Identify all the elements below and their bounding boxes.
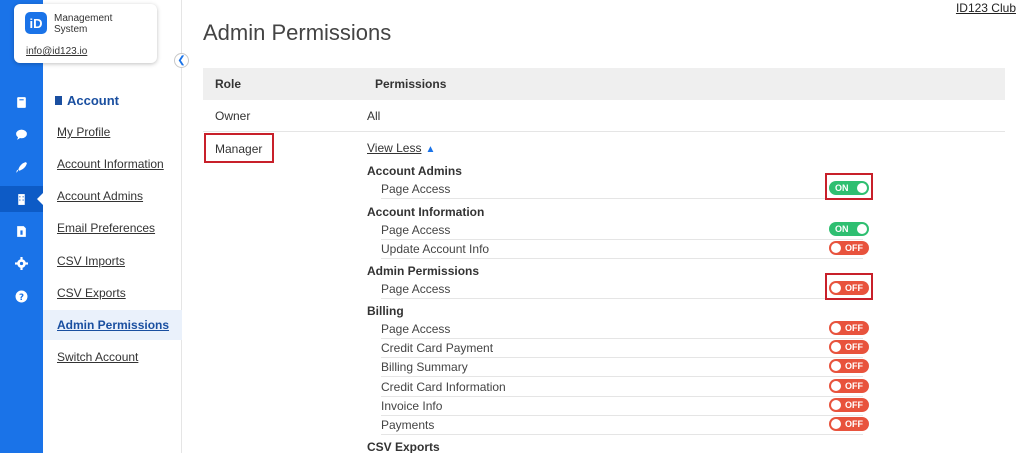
brand-name: Management System — [54, 13, 113, 35]
toggle-knob — [857, 224, 867, 234]
sidebar-section-title: Account — [55, 93, 119, 108]
sidebar-item-my-profile[interactable]: My Profile — [43, 117, 182, 147]
toggle-knob — [831, 400, 841, 410]
toggle-knob — [831, 342, 841, 352]
brand-logo: iD — [25, 12, 47, 34]
perm-row: Page Access OFF — [381, 320, 869, 339]
table-row-owner: Owner All — [203, 100, 1005, 132]
toggle-state: OFF — [845, 419, 863, 429]
perm-row: Credit Card Payment OFF — [381, 339, 869, 358]
document-icon[interactable] — [0, 218, 43, 244]
account-email-link[interactable]: info@id123.io — [26, 46, 87, 57]
perm-row: Invoice Info OFF — [381, 397, 869, 416]
perm-row: Billing Summary OFF — [381, 358, 869, 377]
svg-text:?: ? — [19, 292, 24, 302]
perm-row: Page Access ON — [381, 180, 869, 199]
role-owner: Owner — [215, 109, 251, 123]
sidebar-item-account-information[interactable]: Account Information — [43, 149, 182, 179]
help-icon[interactable]: ? — [0, 283, 43, 309]
perm-label: Page Access — [381, 322, 457, 336]
group-csv-exports: CSV Exports — [367, 440, 440, 453]
sidebar-item-admin-permissions[interactable]: Admin Permissions — [43, 310, 182, 340]
table-header: Role Permissions — [203, 68, 1005, 100]
toggle-state: OFF — [845, 361, 863, 371]
toggle-knob — [831, 323, 841, 333]
toggle-knob — [831, 243, 841, 253]
view-less-label: View Less — [367, 141, 422, 155]
highlight-box — [825, 173, 873, 200]
perm-row: Payments OFF — [381, 416, 869, 435]
rocket-icon[interactable] — [0, 154, 43, 180]
toggle-switch[interactable]: ON — [829, 222, 869, 236]
sidebar-section-label: Account — [67, 93, 119, 108]
perm-row: Page Access OFF — [381, 280, 869, 299]
group-admin-permissions: Admin Permissions — [367, 264, 480, 278]
perm-label: Page Access — [381, 182, 457, 196]
perm-label: Page Access — [381, 282, 457, 296]
perm-row: Update Account Info OFF — [381, 240, 869, 259]
perm-label: Page Access — [381, 223, 457, 237]
perm-label: Update Account Info — [381, 242, 496, 256]
perm-label: Billing Summary — [381, 360, 474, 374]
chevron-up-icon: ▲ — [425, 144, 436, 155]
toggle-switch[interactable]: OFF — [829, 241, 869, 255]
sidebar-item-switch-account[interactable]: Switch Account — [43, 342, 182, 372]
toggle-switch[interactable]: OFF — [829, 417, 869, 431]
sidebar-item-email-preferences[interactable]: Email Preferences — [43, 213, 182, 243]
club-link[interactable]: ID123 Club — [956, 1, 1016, 15]
toggle-knob — [831, 419, 841, 429]
toggle-state: ON — [835, 224, 849, 234]
toggle-switch[interactable]: OFF — [829, 359, 869, 373]
chat-icon[interactable] — [0, 121, 43, 147]
toggle-switch[interactable]: OFF — [829, 321, 869, 335]
view-less-link[interactable]: View Less ▲ — [367, 141, 435, 155]
sidebar-item-account-admins[interactable]: Account Admins — [43, 181, 182, 211]
column-header-role: Role — [215, 77, 242, 91]
chevron-left-icon: ❮ — [177, 54, 186, 66]
building-icon — [55, 96, 62, 105]
perm-row: Credit Card Information OFF — [381, 378, 869, 397]
page-title: Admin Permissions — [203, 20, 392, 45]
toggle-state: OFF — [845, 381, 863, 391]
group-account-information: Account Information — [367, 205, 485, 219]
toggle-state: OFF — [845, 243, 863, 253]
building-icon[interactable] — [0, 186, 43, 212]
highlight-box — [825, 273, 873, 300]
icon-rail: ? — [0, 0, 43, 453]
sidebar-item-csv-exports[interactable]: CSV Exports — [43, 278, 182, 308]
brand-card: iD Management System info@id123.io — [14, 4, 157, 63]
group-billing: Billing — [367, 304, 404, 318]
collapse-sidebar-button[interactable]: ❮ — [174, 53, 189, 68]
toggle-state: OFF — [845, 400, 863, 410]
toggle-switch[interactable]: OFF — [829, 398, 869, 412]
perm-label: Credit Card Payment — [381, 341, 500, 355]
perm-label: Credit Card Information — [381, 380, 512, 394]
sidebar-item-csv-imports[interactable]: CSV Imports — [43, 246, 182, 276]
badge-icon[interactable] — [0, 89, 43, 115]
perm-row: Page Access ON — [381, 221, 869, 240]
toggle-state: OFF — [845, 323, 863, 333]
toggle-knob — [831, 381, 841, 391]
toggle-switch[interactable]: OFF — [829, 379, 869, 393]
column-header-permissions: Permissions — [375, 77, 447, 91]
perm-label: Payments — [381, 418, 441, 432]
perm-label: Invoice Info — [381, 399, 449, 413]
toggle-knob — [831, 361, 841, 371]
toggle-state: OFF — [845, 342, 863, 352]
role-manager: Manager — [204, 133, 274, 163]
toggle-switch[interactable]: OFF — [829, 340, 869, 354]
permissions-owner: All — [367, 109, 381, 123]
group-account-admins: Account Admins — [367, 164, 462, 178]
gear-icon[interactable] — [0, 250, 43, 276]
